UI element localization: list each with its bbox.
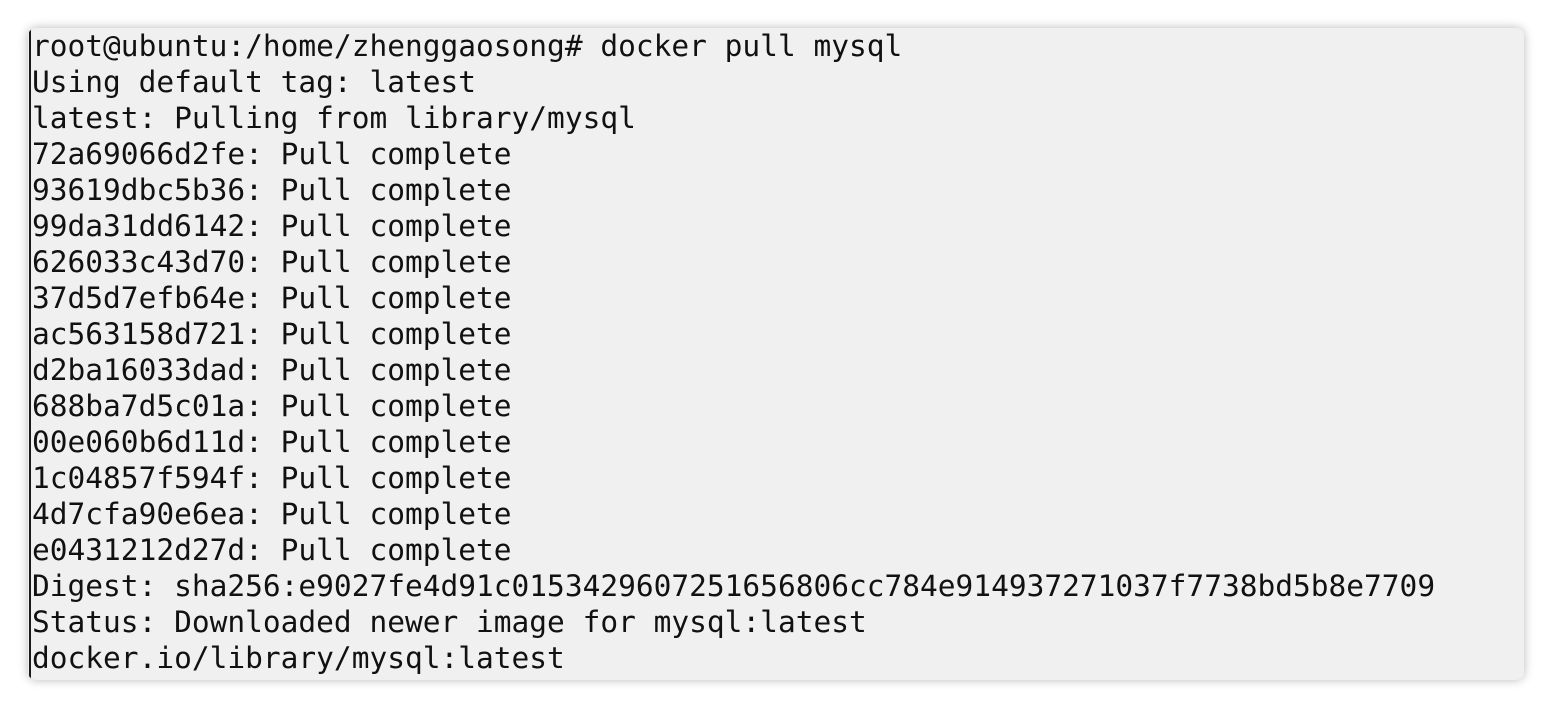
digest-line: Digest: sha256:e9027fe4d91c0153429607251… — [32, 569, 1436, 603]
layer-status-line: 37d5d7efb64e: Pull complete — [32, 281, 512, 315]
layer-status-line: 72a69066d2fe: Pull complete — [32, 137, 512, 171]
image-reference-line: docker.io/library/mysql:latest — [32, 641, 565, 675]
layer-status-line: 626033c43d70: Pull complete — [32, 245, 512, 279]
layer-status-line: 4d7cfa90e6ea: Pull complete — [32, 497, 512, 531]
terminal-output: root@ubuntu:/home/zhenggaosong# docker p… — [32, 28, 1524, 680]
layer-status-line: 1c04857f594f: Pull complete — [32, 461, 512, 495]
layer-status-line: 93619dbc5b36: Pull complete — [32, 173, 512, 207]
command-line: root@ubuntu:/home/zhenggaosong# docker p… — [32, 29, 903, 63]
layer-status-line: ac563158d721: Pull complete — [32, 317, 512, 351]
terminal-window[interactable]: root@ubuntu:/home/zhenggaosong# docker p… — [28, 28, 1524, 680]
layer-status-line: 99da31dd6142: Pull complete — [32, 209, 512, 243]
status-line: Status: Downloaded newer image for mysql… — [32, 605, 867, 639]
layer-status-line: 00e060b6d11d: Pull complete — [32, 425, 512, 459]
layer-status-line: e0431212d27d: Pull complete — [32, 533, 512, 567]
output-line: latest: Pulling from library/mysql — [32, 101, 636, 135]
output-line: Using default tag: latest — [32, 65, 477, 99]
layer-status-line: d2ba16033dad: Pull complete — [32, 353, 512, 387]
layer-status-line: 688ba7d5c01a: Pull complete — [32, 389, 512, 423]
